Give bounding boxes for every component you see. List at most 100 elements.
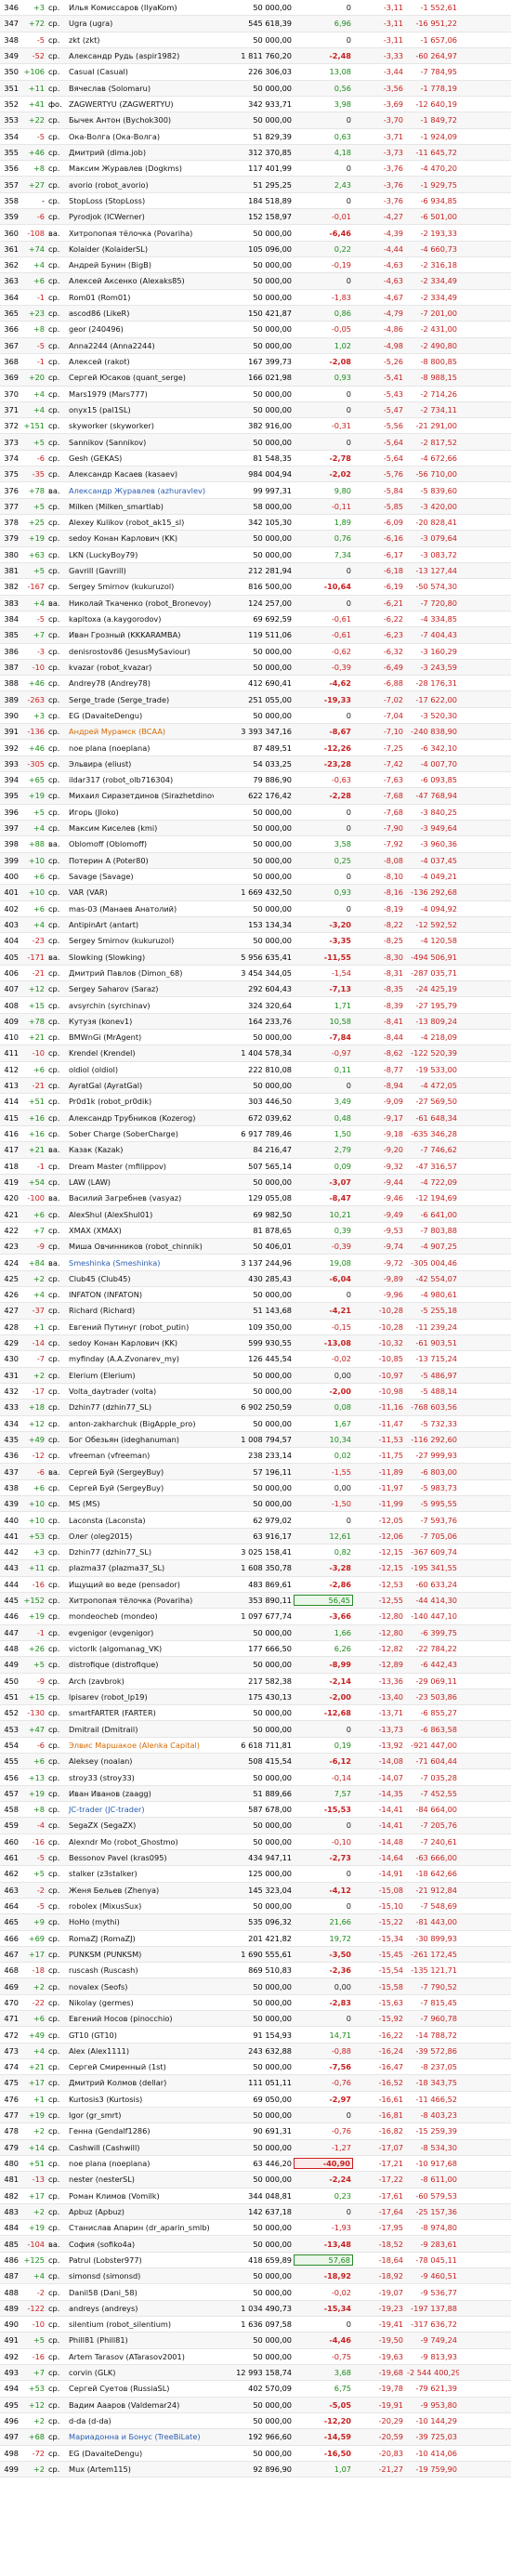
trader-name-cell[interactable]: onyx15 (pal1SL): [67, 405, 214, 414]
trader-name-cell[interactable]: AyratGal (AyratGal): [67, 1081, 214, 1090]
trader-name-cell[interactable]: BMWnGi (MrAgent): [67, 1032, 214, 1042]
trader-name-cell[interactable]: Milken (Milken_smartlab): [67, 502, 214, 511]
trader-name-cell[interactable]: Ока-Волга (Ока-Волга): [67, 132, 214, 141]
trader-name-cell[interactable]: Mux (Artem115): [67, 2464, 214, 2474]
trader-name-cell[interactable]: ascod86 (LikeR): [67, 309, 214, 318]
trader-name-cell[interactable]: victorlk (algomanag_VK): [67, 1644, 214, 1653]
trader-name-cell[interactable]: Anna2244 (Anna2244): [67, 341, 214, 350]
trader-name-cell[interactable]: Kolaider (KolaiderSL): [67, 244, 214, 254]
trader-name-cell[interactable]: Laconsta (Laconsta): [67, 1516, 214, 1525]
trader-name-cell[interactable]: Бычек Антон (Bychok300): [67, 115, 214, 125]
trader-name-cell[interactable]: sedoy Конан Карлович (KK): [67, 1338, 214, 1347]
trader-name-cell[interactable]: Mars1979 (Mars777): [67, 389, 214, 399]
trader-name-cell[interactable]: Олег (oleg2015): [67, 1531, 214, 1541]
trader-name-cell[interactable]: MS (MS): [67, 1499, 214, 1508]
trader-name-cell[interactable]: Андрей Мурамск (BCAA): [67, 727, 214, 736]
trader-name-cell[interactable]: Сергей Юсаков (quant_serge): [67, 373, 214, 382]
trader-name-cell[interactable]: noe plana (noeplana): [67, 2159, 214, 2168]
trader-name-cell[interactable]: Кутузя (konev1): [67, 1017, 214, 1026]
trader-name-cell[interactable]: Александр Журавлев (azhuravlev): [67, 486, 214, 495]
trader-name-cell[interactable]: Сергей Смиренный (1st): [67, 2062, 214, 2071]
trader-name-cell[interactable]: Сергей Буй (SergeyBuy): [67, 1483, 214, 1492]
trader-name-cell[interactable]: Smeshinka (Smeshinka): [67, 1258, 214, 1268]
trader-name-cell[interactable]: Ищущий во веде (pensador): [67, 1580, 214, 1589]
trader-name-cell[interactable]: Sannikov (Sannikov): [67, 438, 214, 447]
trader-name-cell[interactable]: Бог Обезьян (ideghanuman): [67, 1435, 214, 1444]
trader-name-cell[interactable]: myfinday (A.A.Zvonarev_my): [67, 1354, 214, 1363]
trader-name-cell[interactable]: Sergey Smirnov (kukuruzol): [67, 582, 214, 591]
trader-name-cell[interactable]: Игорь (JIoko): [67, 808, 214, 817]
trader-name-cell[interactable]: smartFARTER (FARTER): [67, 1708, 214, 1717]
trader-name-cell[interactable]: zkt (zkt): [67, 35, 214, 45]
trader-name-cell[interactable]: denisrostov86 (JesusMySaviour): [67, 647, 214, 656]
trader-name-cell[interactable]: Генна (Gendalf1286): [67, 2126, 214, 2136]
trader-name-cell[interactable]: geor (240496): [67, 324, 214, 334]
trader-name-cell[interactable]: nester (nesterSL): [67, 2175, 214, 2184]
trader-name-cell[interactable]: Arch (zavbrok): [67, 1676, 214, 1686]
trader-name-cell[interactable]: Александр Рудь (aspir1982): [67, 51, 214, 60]
trader-name-cell[interactable]: avsyrchin (syrchinav): [67, 1001, 214, 1010]
trader-name-cell[interactable]: НоНо (mythi): [67, 1917, 214, 1926]
trader-name-cell[interactable]: mas-03 (Манаев Анатолий): [67, 904, 214, 913]
trader-name-cell[interactable]: Потерин А (Poter80): [67, 856, 214, 865]
trader-name-cell[interactable]: Иван Грозный (KKKARAMBA): [67, 630, 214, 639]
trader-name-cell[interactable]: simonsd (simonsd): [67, 2271, 214, 2280]
trader-name-cell[interactable]: robolex (MixusSux): [67, 1901, 214, 1911]
trader-name-cell[interactable]: Sergey Saharov (Saraz): [67, 984, 214, 993]
trader-name-cell[interactable]: Сергей Буй (SergeyBuy): [67, 1467, 214, 1477]
trader-name-cell[interactable]: Евгений Путинуг (robot_putin): [67, 1322, 214, 1332]
trader-name-cell[interactable]: Bessonov Pavel (kras095): [67, 1853, 214, 1862]
trader-name-cell[interactable]: Элвис Маршакое (Alenka Capital): [67, 1741, 214, 1750]
trader-name-cell[interactable]: oldiol (oldiol): [67, 1065, 214, 1074]
trader-name-cell[interactable]: anton-zakharchuk (BigApple_pro): [67, 1419, 214, 1428]
trader-name-cell[interactable]: Станислав Апарин (dr_aparin_smlb): [67, 2223, 214, 2232]
trader-name-cell[interactable]: Nikolay (germes): [67, 1998, 214, 2007]
trader-name-cell[interactable]: VAR (VAR): [67, 887, 214, 897]
trader-name-cell[interactable]: ildar317 (robot_olb716304): [67, 775, 214, 784]
trader-name-cell[interactable]: XMAX (XMAX): [67, 1226, 214, 1235]
trader-name-cell[interactable]: StopLoss (StopLoss): [67, 196, 214, 205]
trader-name-cell[interactable]: andreys (andreys): [67, 2304, 214, 2313]
trader-name-cell[interactable]: Apbuz (Apbuz): [67, 2207, 214, 2216]
trader-name-cell[interactable]: Алексей (rakot): [67, 357, 214, 366]
trader-name-cell[interactable]: Александр Касаев (kasaev): [67, 469, 214, 479]
trader-name-cell[interactable]: Илья Комиссаров (IlyaKom): [67, 3, 214, 12]
trader-name-cell[interactable]: Андрей Бунин (BigB): [67, 260, 214, 269]
trader-name-cell[interactable]: Роман Климов (Vomilk): [67, 2191, 214, 2201]
trader-name-cell[interactable]: Cashwill (Cashwill): [67, 2143, 214, 2152]
trader-name-cell[interactable]: Дмитрий Колмов (dellar): [67, 2078, 214, 2087]
trader-name-cell[interactable]: Dmitrail (Dmitrail): [67, 1725, 214, 1734]
trader-name-cell[interactable]: Хитропопая тёлочка (Povariha): [67, 229, 214, 238]
trader-name-cell[interactable]: София (sofiko4a): [67, 2240, 214, 2249]
trader-name-cell[interactable]: avorio (robot_avorio): [67, 180, 214, 190]
trader-name-cell[interactable]: novalex (Seofs): [67, 1982, 214, 1991]
trader-name-cell[interactable]: LAW (LAW): [67, 1177, 214, 1187]
trader-name-cell[interactable]: Patrul (Lobster977): [67, 2255, 214, 2265]
trader-name-cell[interactable]: Иван Иванов (zaagg): [67, 1789, 214, 1798]
trader-name-cell[interactable]: Дмитрий (dima.job): [67, 148, 214, 157]
trader-name-cell[interactable]: Club45 (Club45): [67, 1274, 214, 1283]
trader-name-cell[interactable]: Dream Master (mfilippov): [67, 1162, 214, 1171]
trader-name-cell[interactable]: Oblomoff (Oblomoff): [67, 839, 214, 848]
trader-name-cell[interactable]: Евгений Носов (pinocchio): [67, 2014, 214, 2023]
trader-name-cell[interactable]: INFATON (INFATON): [67, 1290, 214, 1299]
trader-name-cell[interactable]: stroy33 (stroy33): [67, 1773, 214, 1782]
trader-name-cell[interactable]: Дмитрий Павлов (Dimon_68): [67, 968, 214, 978]
trader-name-cell[interactable]: Pr0d1k (robot_pr0dik): [67, 1097, 214, 1106]
trader-name-cell[interactable]: Казак (Kazak): [67, 1145, 214, 1154]
trader-name-cell[interactable]: Максим Киселев (kmi): [67, 823, 214, 833]
trader-name-cell[interactable]: GT10 (GT10): [67, 2031, 214, 2040]
trader-name-cell[interactable]: sedoy Конан Карлович (KK): [67, 533, 214, 543]
trader-name-cell[interactable]: Richard (Richard): [67, 1306, 214, 1315]
trader-name-cell[interactable]: kvazar (robot_kvazar): [67, 663, 214, 672]
trader-name-cell[interactable]: Эльвира (eliust): [67, 759, 214, 769]
trader-name-cell[interactable]: Igor (gr_smrt): [67, 2110, 214, 2120]
trader-name-cell[interactable]: Ugra (ugra): [67, 19, 214, 28]
trader-name-cell[interactable]: Pyrodjok (ICWerner): [67, 212, 214, 221]
trader-name-cell[interactable]: mondeocheb (mondeo): [67, 1611, 214, 1621]
trader-name-cell[interactable]: EG (DavaiteDengu): [67, 2449, 214, 2458]
trader-name-cell[interactable]: Gavrill (Gavrill): [67, 566, 214, 575]
trader-name-cell[interactable]: Rom01 (Rom01): [67, 293, 214, 302]
trader-name-cell[interactable]: Krendel (Krendel): [67, 1048, 214, 1058]
trader-name-cell[interactable]: silentium (robot_silentium): [67, 2320, 214, 2329]
